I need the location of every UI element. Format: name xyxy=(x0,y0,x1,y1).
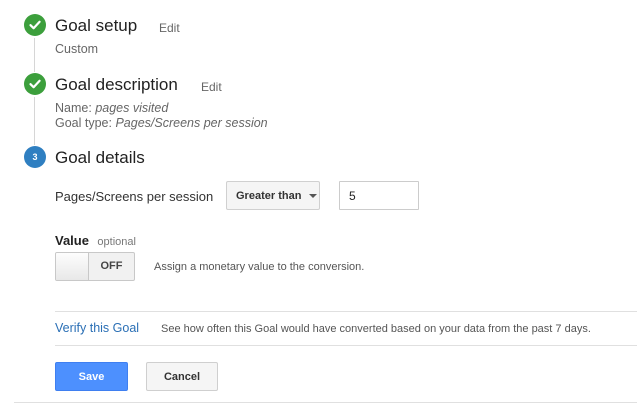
value-hint: Assign a monetary value to the conversio… xyxy=(154,261,365,273)
save-button[interactable]: Save xyxy=(55,362,128,391)
bottom-divider xyxy=(14,402,637,403)
divider xyxy=(55,311,637,312)
step-1-summary: Custom xyxy=(55,42,99,56)
step-1-edit-link[interactable]: Edit xyxy=(159,21,180,35)
step-connector-line xyxy=(34,97,35,145)
step-3-title: Goal details xyxy=(55,148,145,167)
threshold-input[interactable] xyxy=(339,181,419,210)
comparison-selected: Greater than xyxy=(236,189,302,202)
value-label-group: Value optional xyxy=(55,232,136,250)
divider xyxy=(55,345,637,346)
value-optional-tag: optional xyxy=(97,236,136,248)
checkmark-icon xyxy=(29,20,41,30)
caret-down-icon xyxy=(309,193,318,198)
step-2-edit-link[interactable]: Edit xyxy=(201,80,222,94)
step-connector-line xyxy=(34,38,35,72)
toggle-knob xyxy=(56,253,89,280)
goal-name-value: pages visited xyxy=(95,101,169,115)
goal-name-line: Name: pages visited xyxy=(55,101,168,116)
step-2-title: Goal description xyxy=(55,75,178,94)
goal-type-line: Goal type: Pages/Screens per session xyxy=(55,116,268,131)
step-2-complete-check-icon xyxy=(24,73,46,95)
verify-goal-link[interactable]: Verify this Goal xyxy=(55,321,139,335)
goal-name-label: Name: xyxy=(55,101,92,115)
step-1-complete-check-icon xyxy=(24,14,46,36)
toggle-state: OFF xyxy=(100,260,123,272)
condition-label: Pages/Screens per session xyxy=(55,189,214,204)
comparison-dropdown[interactable]: Greater than xyxy=(226,181,320,210)
value-label: Value xyxy=(55,233,89,248)
checkmark-icon xyxy=(29,79,41,89)
goal-editor: Goal setup Edit Custom Goal description … xyxy=(0,0,637,405)
step-1-title: Goal setup xyxy=(55,16,138,35)
step-3-number-badge: 3 xyxy=(24,146,46,168)
verify-hint: See how often this Goal would have conve… xyxy=(161,323,591,335)
goal-type-value: Pages/Screens per session xyxy=(115,116,268,130)
cancel-button[interactable]: Cancel xyxy=(146,362,218,391)
value-toggle[interactable]: OFF xyxy=(55,252,135,281)
goal-type-label: Goal type: xyxy=(55,116,112,130)
